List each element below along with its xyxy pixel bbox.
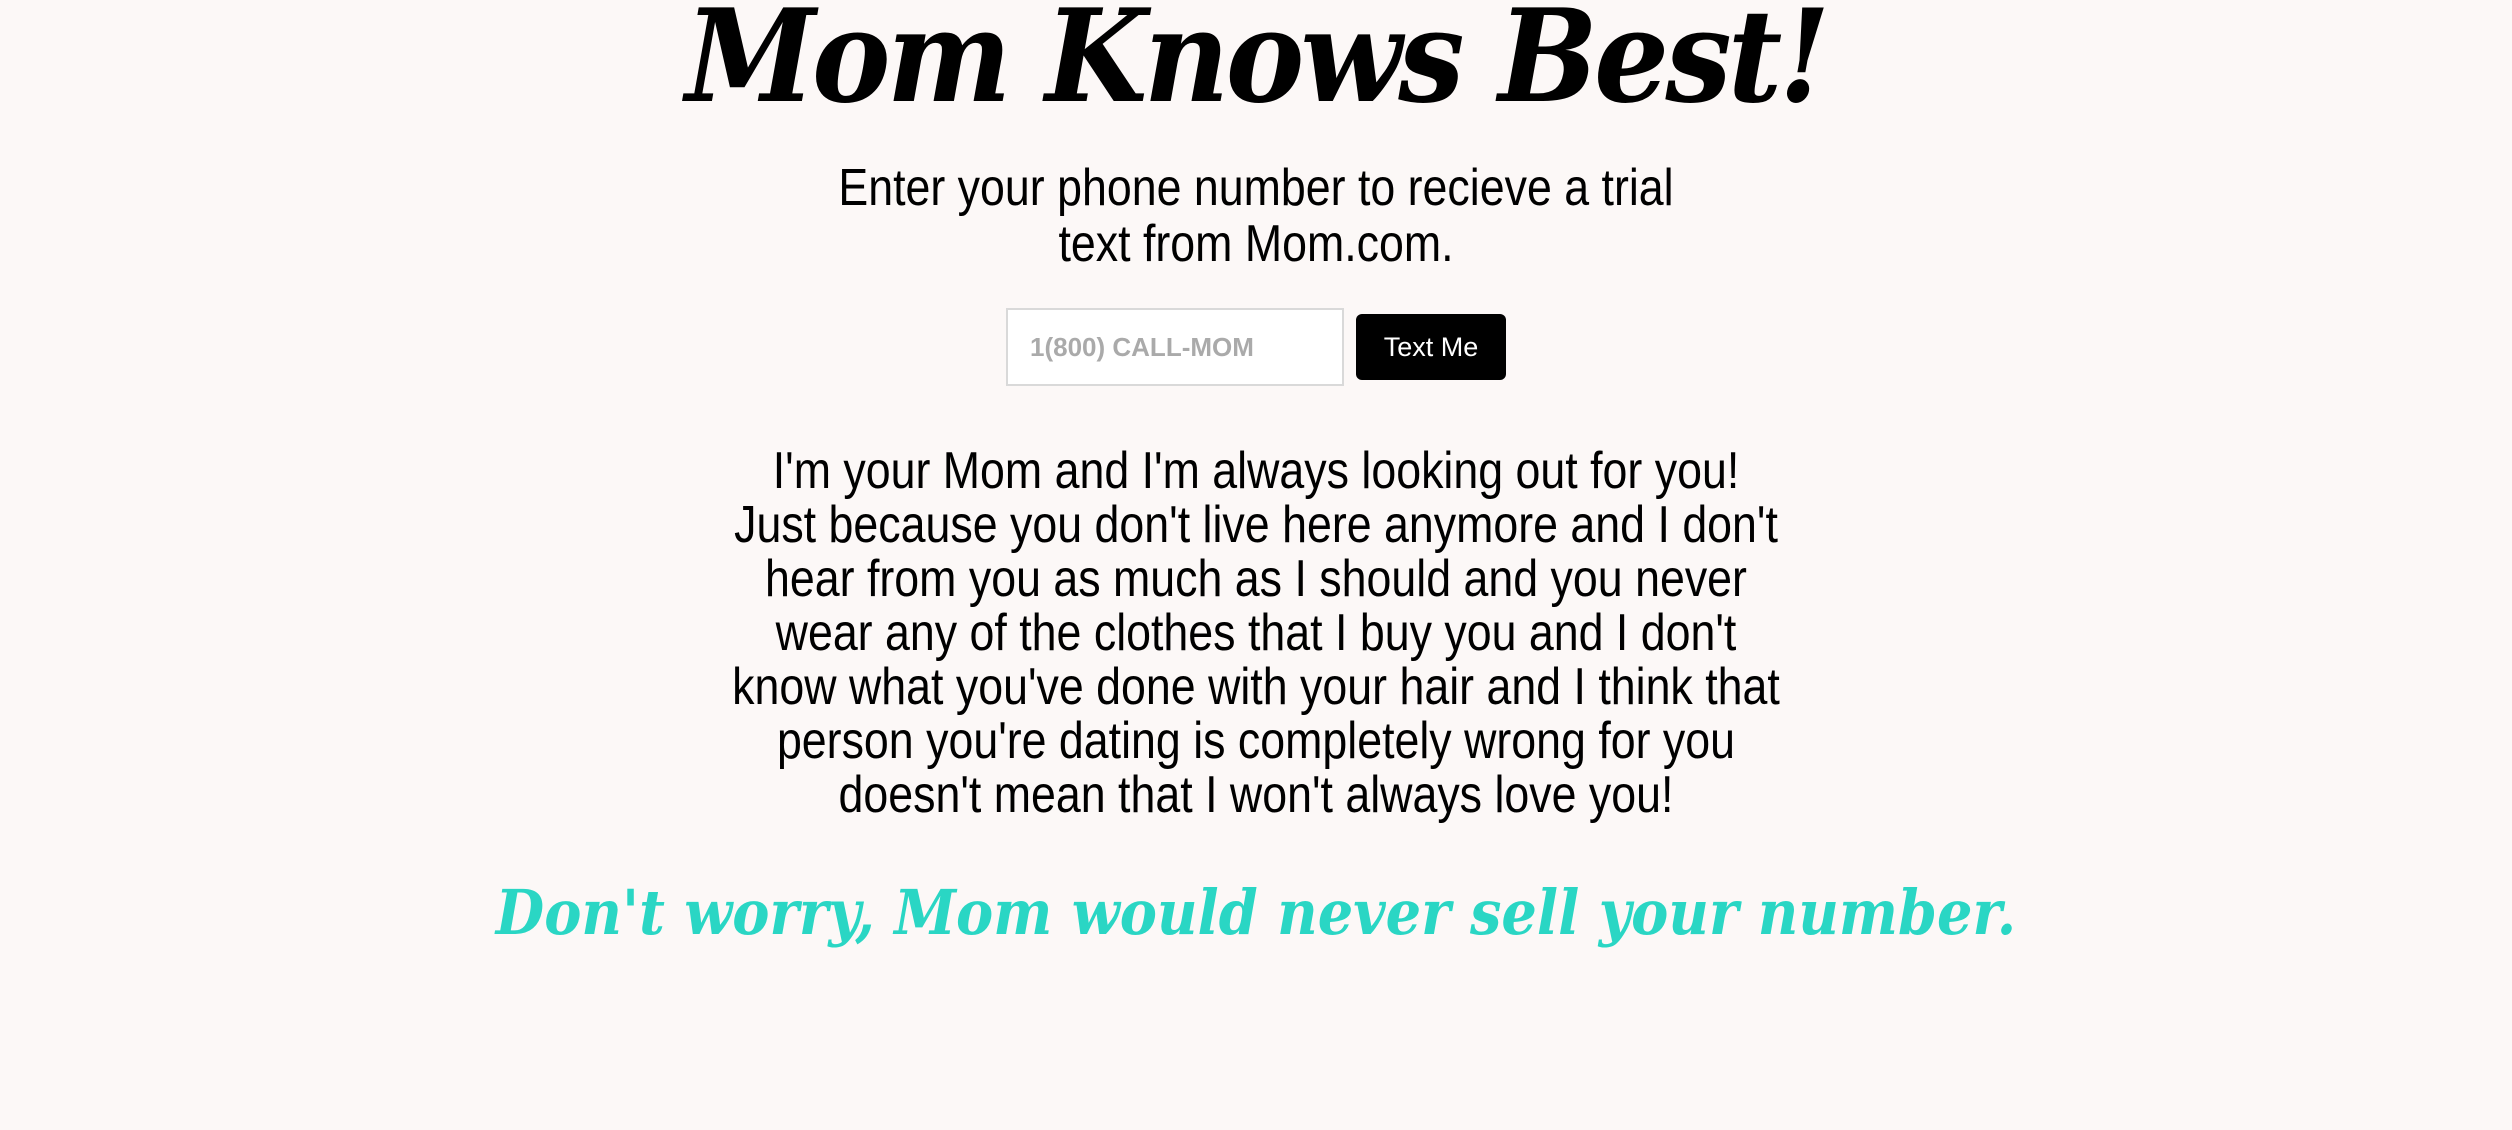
phone-number-input[interactable] xyxy=(1006,308,1344,386)
mom-message: I'm your Mom and I'm always looking out … xyxy=(732,442,1780,824)
page: Mom Knows Best! Enter your phone number … xyxy=(0,0,2512,1130)
intro-text: Enter your phone number to recieve a tri… xyxy=(838,159,1674,273)
privacy-note: Don't worry, Mom would never sell your n… xyxy=(495,876,2017,949)
text-me-button[interactable]: Text Me xyxy=(1356,314,1506,380)
page-title: Mom Knows Best! xyxy=(685,0,1830,132)
phone-form: Text Me xyxy=(1006,308,1506,386)
